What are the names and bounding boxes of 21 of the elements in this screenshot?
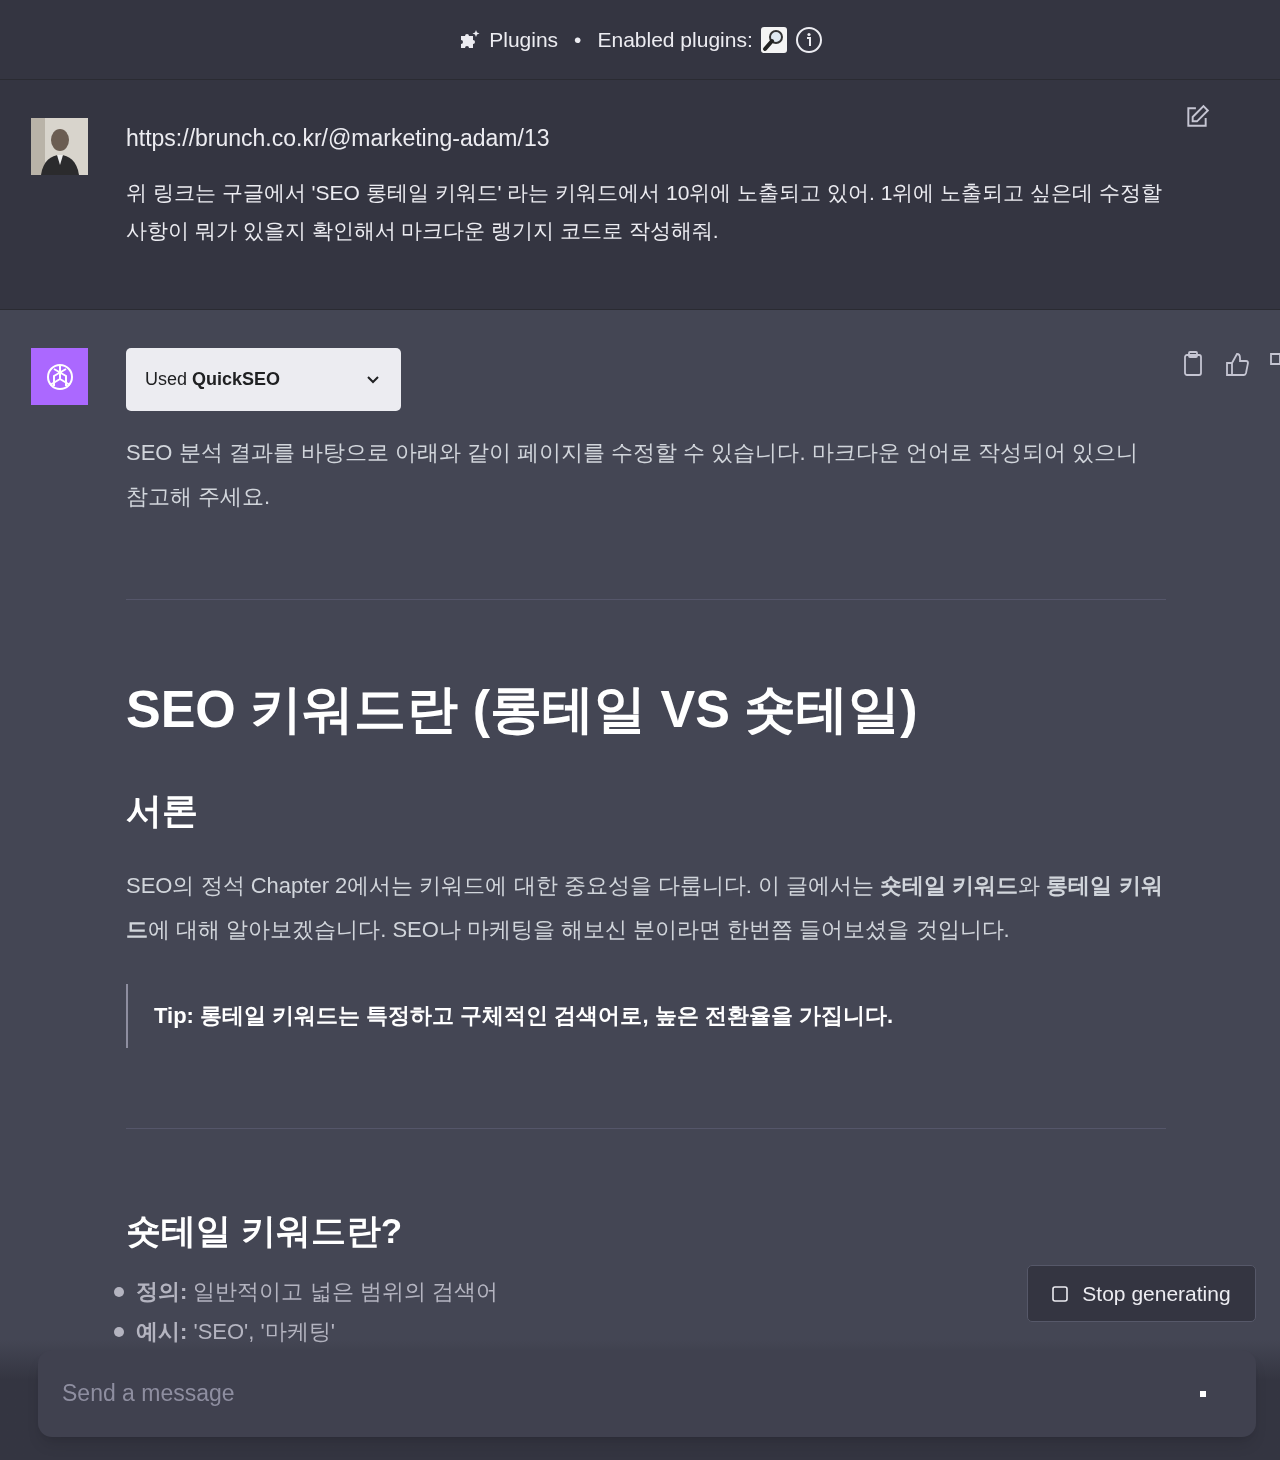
header-title: Plugins: [489, 26, 559, 53]
message-link[interactable]: https://brunch.co.kr/@marketing-adam/13: [126, 118, 1166, 158]
tip-quote: Tip: 롱테일 키워드는 특정하고 구체적인 검색어로, 높은 전환율을 가집니다.: [126, 984, 1166, 1048]
message-input[interactable]: Send a message: [38, 1350, 1256, 1437]
message-text: SEO 분석 결과를 바탕으로 아래와 같이 페이지를 수정할 수 있습니다. 마크다운 언어로 작성되어 있으니 참고해 주세요.: [126, 439, 1140, 511]
heading: 서론: [126, 789, 199, 833]
enabled-plugins-label: Enabled plugins:: [597, 26, 753, 53]
stop-generating-button[interactable]: Stop generating: [1027, 1265, 1256, 1322]
magnifier-plugin-icon[interactable]: [760, 26, 787, 53]
list-item: 정의: 일반적이고 넓은 범위의 검색어: [136, 1277, 498, 1306]
list-item: 예시: 'SEO', '마케팅': [136, 1317, 335, 1346]
heading: SEO 키워드란 (롱테일 VS 숏테일): [126, 679, 919, 740]
stop-icon: [1052, 1285, 1069, 1302]
separator-dot: •: [574, 26, 582, 53]
heading: 숏테일 키워드란?: [126, 1210, 404, 1252]
thumbs-up-icon[interactable]: [1224, 350, 1250, 378]
plugin-used-dropdown[interactable]: Used QuickSEO: [126, 348, 401, 411]
edit-icon[interactable]: [1184, 104, 1210, 130]
paragraph: SEO의 정석 Chapter 2에서는 키워드에 대한 중요성을 다룹니다. 이 글에서는 숏테일 키워드와 롱테일 키워드에 대해 알아보겠습니다. SEO나 마케팅을 해보신 분이라면 한번쯤 들어보셨을 것입니다.: [126, 872, 1164, 944]
info-icon[interactable]: [794, 25, 823, 54]
message-text: 위 링크는 구글에서 'SEO 롱테일 키워드' 라는 키워드에서 10위에 노출되고 있어. 1위에 노출되고 싶은데 수정할 사항이 뭐가 있을지 확인해서 마크다운 랭기지 코드로 작성해줘.: [126, 180, 1163, 244]
